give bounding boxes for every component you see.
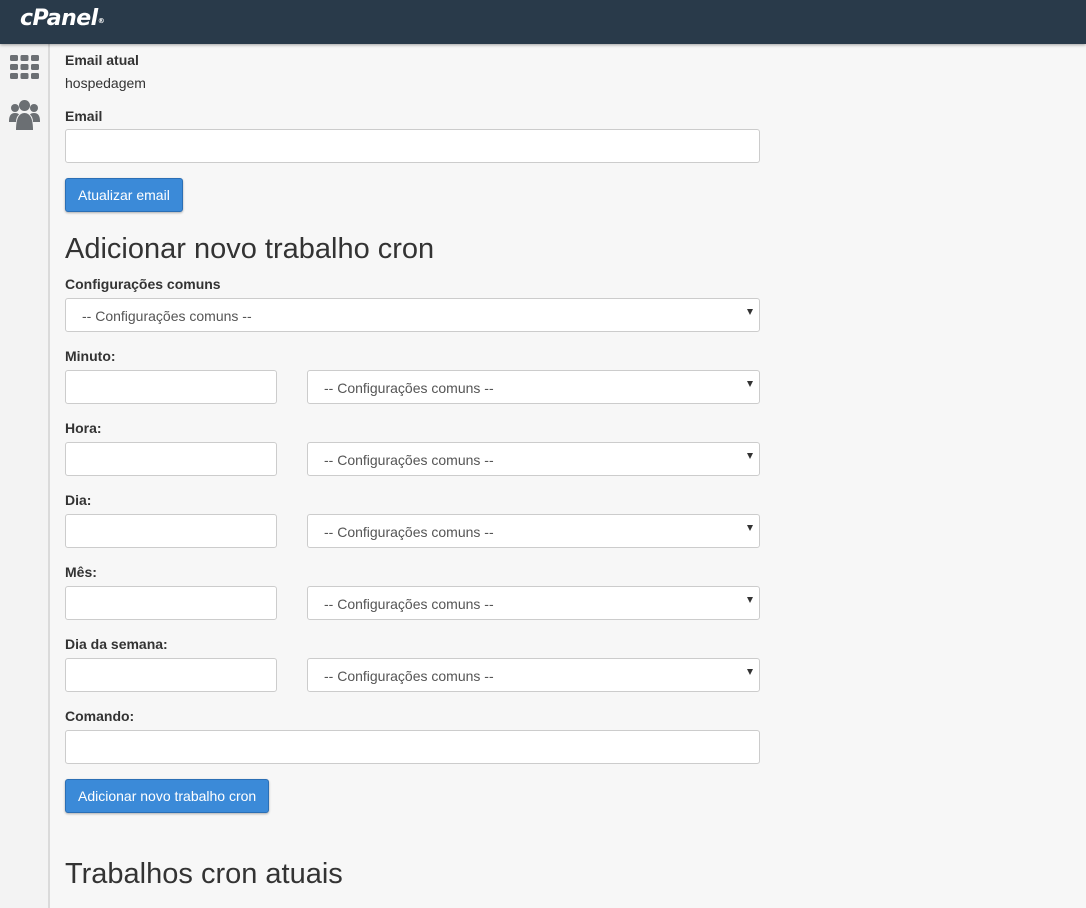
weekday-label: Dia da semana: bbox=[65, 636, 168, 652]
hour-label: Hora: bbox=[65, 420, 102, 436]
minute-input[interactable] bbox=[65, 370, 277, 404]
day-select[interactable]: -- Configurações comuns -- bbox=[307, 514, 760, 548]
weekday-select-value: -- Configurações comuns -- bbox=[324, 668, 494, 684]
minute-select-value: -- Configurações comuns -- bbox=[324, 380, 494, 396]
command-input[interactable] bbox=[65, 730, 760, 764]
chevron-down-icon bbox=[747, 525, 753, 531]
users-icon[interactable] bbox=[9, 99, 40, 130]
chevron-down-icon bbox=[747, 381, 753, 387]
month-select[interactable]: -- Configurações comuns -- bbox=[307, 586, 760, 620]
update-email-button[interactable]: Atualizar email bbox=[65, 178, 183, 212]
chevron-down-icon bbox=[747, 669, 753, 675]
email-input[interactable] bbox=[65, 129, 760, 163]
grid-icon[interactable] bbox=[9, 54, 40, 85]
logo-registered-mark: ® bbox=[97, 17, 105, 25]
weekday-input[interactable] bbox=[65, 658, 277, 692]
common-settings-select[interactable]: -- Configurações comuns -- bbox=[65, 298, 760, 332]
email-label: Email bbox=[65, 108, 103, 124]
month-input[interactable] bbox=[65, 586, 277, 620]
day-label: Dia: bbox=[65, 492, 92, 508]
command-label: Comando: bbox=[65, 708, 135, 724]
sidebar bbox=[0, 44, 50, 908]
logo-text: cPanel bbox=[20, 6, 98, 31]
day-select-value: -- Configurações comuns -- bbox=[324, 524, 494, 540]
cpanel-logo[interactable]: cPanel® bbox=[20, 6, 105, 32]
current-cron-heading: Trabalhos cron atuais bbox=[65, 858, 343, 890]
common-settings-selected: -- Configurações comuns -- bbox=[82, 308, 252, 324]
current-email-label: Email atual bbox=[65, 52, 139, 68]
hour-select-value: -- Configurações comuns -- bbox=[324, 452, 494, 468]
chevron-down-icon bbox=[747, 453, 753, 459]
top-navbar: cPanel® bbox=[0, 0, 1086, 44]
minute-label: Minuto: bbox=[65, 348, 116, 364]
common-settings-label: Configurações comuns bbox=[65, 276, 221, 292]
month-select-value: -- Configurações comuns -- bbox=[324, 596, 494, 612]
chevron-down-icon bbox=[747, 309, 753, 315]
add-cron-heading: Adicionar novo trabalho cron bbox=[65, 233, 435, 265]
hour-select[interactable]: -- Configurações comuns -- bbox=[307, 442, 760, 476]
minute-select[interactable]: -- Configurações comuns -- bbox=[307, 370, 760, 404]
chevron-down-icon bbox=[747, 597, 753, 603]
add-cron-button[interactable]: Adicionar novo trabalho cron bbox=[65, 779, 270, 813]
weekday-select[interactable]: -- Configurações comuns -- bbox=[307, 658, 760, 692]
day-input[interactable] bbox=[65, 514, 277, 548]
current-email-value: hospedagem bbox=[65, 75, 146, 91]
hour-input[interactable] bbox=[65, 442, 277, 476]
month-label: Mês: bbox=[65, 564, 97, 580]
